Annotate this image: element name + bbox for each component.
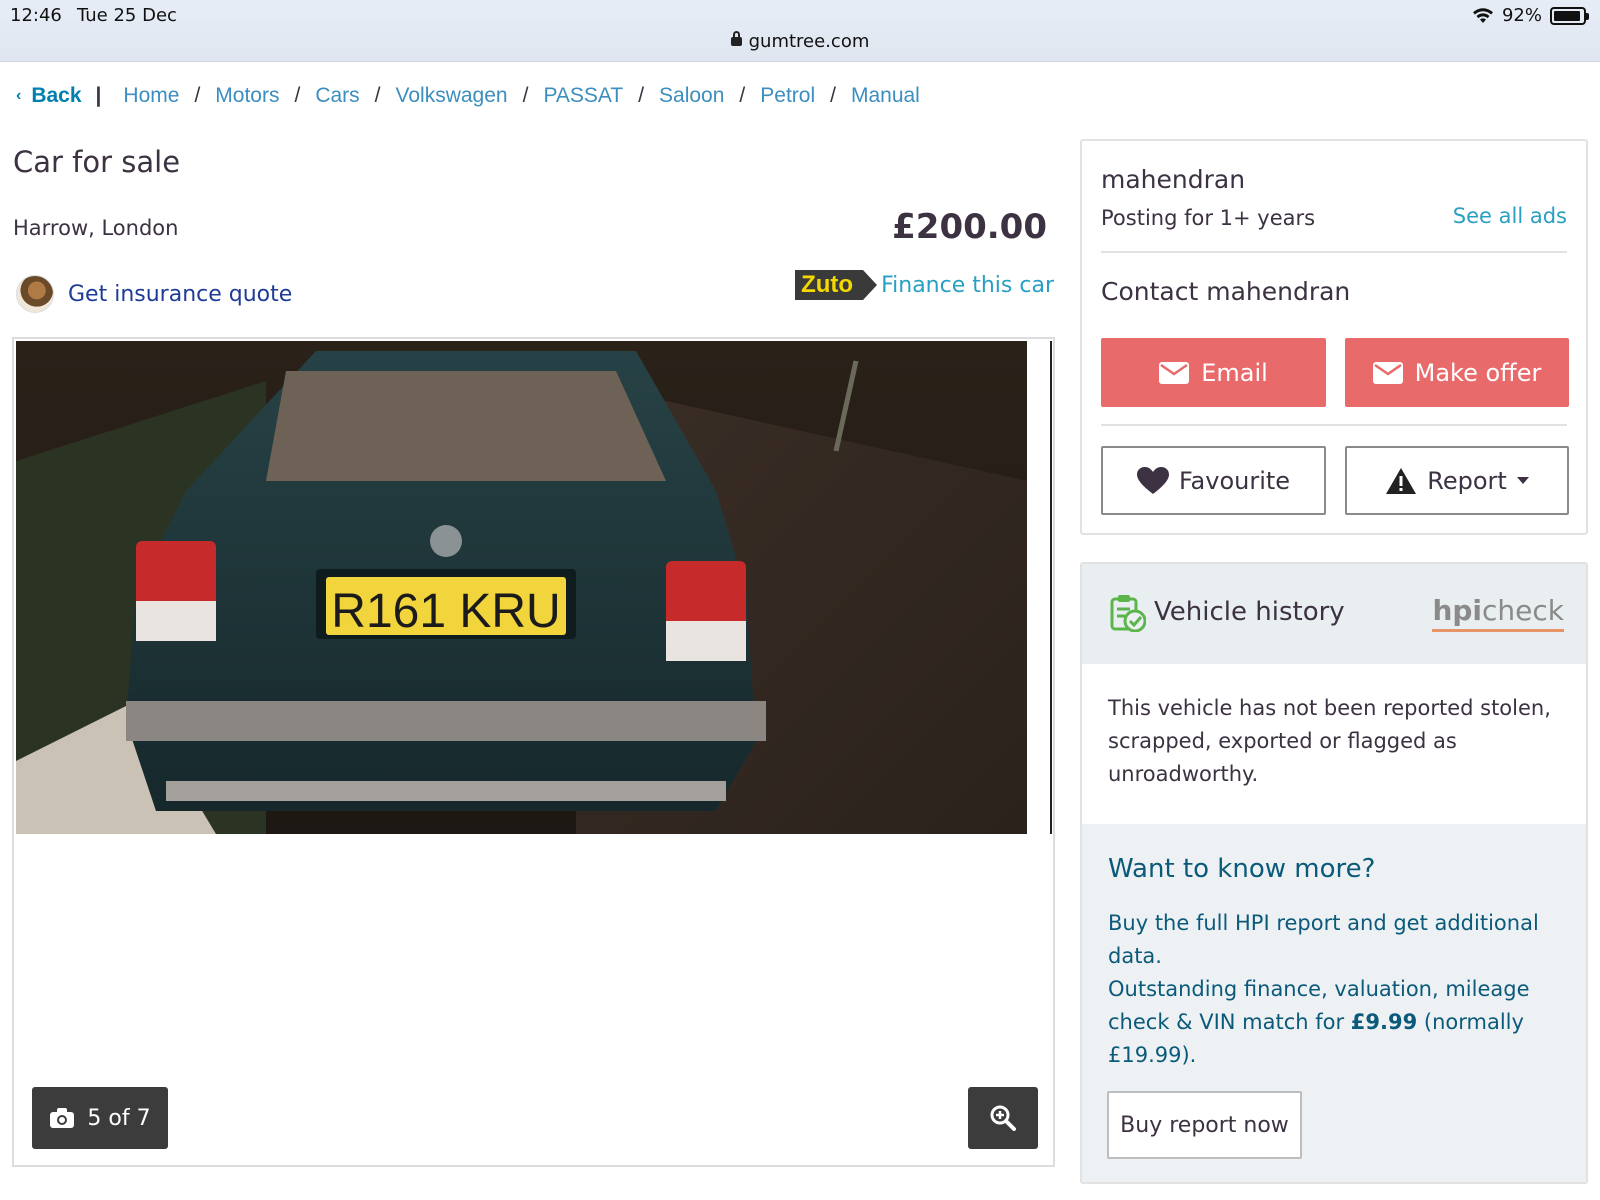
url-text: gumtree.com: [748, 31, 870, 52]
warning-icon: [1386, 467, 1417, 494]
date: Tue 25 Dec: [77, 5, 177, 26]
crumb-motors[interactable]: Motors: [215, 84, 279, 108]
divider: |: [95, 84, 102, 107]
favourite-button[interactable]: Favourite: [1101, 446, 1326, 515]
vehicle-history-status: This vehicle has not been reported stole…: [1082, 664, 1586, 824]
battery-percent: 92%: [1501, 5, 1542, 26]
crumb-volkswagen[interactable]: Volkswagen: [396, 84, 508, 108]
contact-heading: Contact mahendran: [1101, 277, 1351, 306]
address-bar[interactable]: gumtree.com: [0, 31, 1600, 52]
envelope-icon: [1372, 361, 1403, 384]
number-plate-text: R161 KRU: [331, 585, 560, 638]
crumb-home[interactable]: Home: [123, 84, 179, 108]
crumb-cars[interactable]: Cars: [315, 84, 359, 108]
hpi-report-price: £9.99: [1350, 1010, 1418, 1034]
heart-icon: [1136, 466, 1169, 494]
hpi-check-logo: hpicheck: [1432, 594, 1564, 632]
caret-down-icon: [1516, 476, 1529, 484]
photo-edge: [1050, 341, 1052, 834]
finance-label: Finance this car: [881, 272, 1054, 298]
crumb-saloon[interactable]: Saloon: [659, 84, 724, 108]
make-offer-label: Make offer: [1414, 358, 1542, 387]
listing-location: Harrow, London: [13, 216, 179, 240]
car-photo[interactable]: R161 KRU: [16, 341, 1027, 834]
chevron-left-icon: ‹: [16, 87, 22, 104]
buy-report-button[interactable]: Buy report now: [1107, 1091, 1302, 1159]
hpi-report-line-1: Buy the full HPI report and get addition…: [1108, 911, 1539, 968]
report-label: Report: [1427, 466, 1507, 495]
see-all-ads-link[interactable]: See all ads: [1453, 204, 1567, 228]
lock-icon: [730, 31, 742, 46]
vehicle-history-title: Vehicle history: [1154, 597, 1345, 627]
email-button[interactable]: Email: [1101, 338, 1326, 407]
status-icons: 92%: [1472, 5, 1589, 26]
make-offer-button[interactable]: Make offer: [1345, 338, 1569, 407]
vehicle-history-header: Vehicle history hpicheck: [1082, 564, 1586, 664]
page-title: Car for sale: [13, 145, 181, 179]
clipboard-check-icon: [1110, 595, 1146, 632]
seller-posting-duration: Posting for 1+ years: [1101, 206, 1316, 230]
vehicle-history-panel: Vehicle history hpicheck This vehicle ha…: [1080, 562, 1588, 1184]
photo-counter[interactable]: 5 of 7: [32, 1087, 168, 1149]
divider: [1101, 424, 1567, 426]
seller-panel: mahendran Posting for 1+ years See all a…: [1080, 139, 1588, 535]
envelope-icon: [1159, 361, 1190, 384]
zoom-button[interactable]: [968, 1087, 1038, 1149]
divider: [1101, 251, 1567, 253]
car-rear-image: R161 KRU: [16, 341, 1027, 834]
crumb-passat[interactable]: PASSAT: [543, 84, 623, 108]
crumb-petrol[interactable]: Petrol: [760, 84, 815, 108]
zuto-logo: Zuto: [795, 270, 878, 300]
battery-icon: [1550, 6, 1589, 25]
photo-counter-label: 5 of 7: [87, 1105, 151, 1131]
seller-name: mahendran: [1101, 165, 1246, 194]
clock: 12:46: [10, 5, 62, 26]
ios-status-bar: 12:46 Tue 25 Dec 92% gumtree.com: [0, 0, 1600, 62]
breadcrumb: ‹ Back | Home / Motors / Cars / Volkswagen / …: [16, 84, 920, 108]
hpi-report-description: Buy the full HPI report and get addition…: [1108, 907, 1568, 1072]
hpi-report-line-2: Outstanding finance, valuation, mileage …: [1108, 977, 1530, 1067]
photo-gallery[interactable]: R161 KRU 5 of 7: [12, 337, 1055, 1167]
want-to-know-more-heading: Want to know more?: [1108, 854, 1376, 884]
back-link[interactable]: ‹ Back: [16, 84, 82, 108]
report-button[interactable]: Report: [1345, 446, 1569, 515]
meerkat-avatar-icon: [16, 275, 54, 313]
zoom-in-icon: [990, 1105, 1016, 1131]
email-label: Email: [1201, 358, 1268, 387]
crumb-manual[interactable]: Manual: [851, 84, 920, 108]
camera-icon: [50, 1108, 75, 1128]
finance-link[interactable]: Zuto Finance this car: [795, 270, 1054, 300]
insurance-quote-label: Get insurance quote: [68, 281, 293, 307]
insurance-quote-link[interactable]: Get insurance quote: [16, 275, 292, 313]
favourite-label: Favourite: [1178, 466, 1291, 495]
listing-price: £200.00: [892, 207, 1047, 247]
wifi-icon: [1472, 7, 1493, 23]
